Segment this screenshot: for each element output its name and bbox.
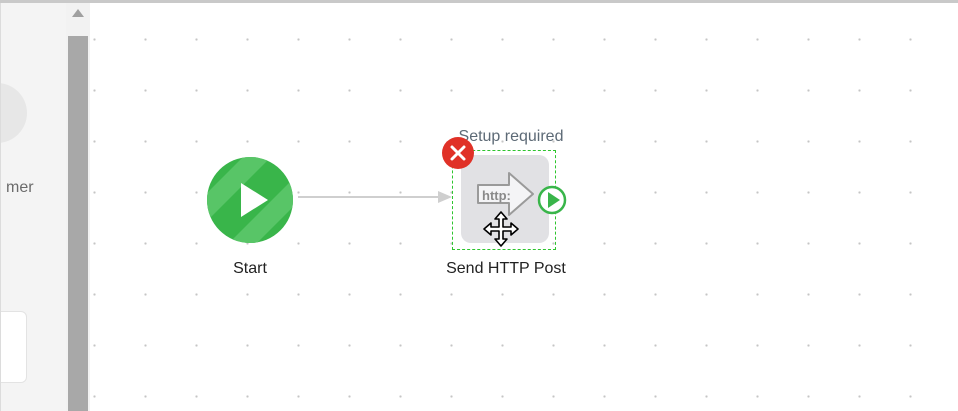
toolbox-panel: mer bbox=[0, 3, 66, 411]
connection-line[interactable] bbox=[298, 190, 458, 206]
scroll-up-button[interactable] bbox=[66, 3, 90, 25]
output-port-icon[interactable] bbox=[536, 184, 568, 216]
start-node[interactable] bbox=[206, 156, 294, 244]
error-icon[interactable] bbox=[441, 136, 475, 170]
chevron-up-icon bbox=[72, 9, 84, 17]
play-icon bbox=[207, 157, 293, 243]
toolbox-card[interactable] bbox=[1, 311, 27, 383]
vertical-scrollbar[interactable] bbox=[66, 3, 90, 411]
scrollbar-thumb[interactable] bbox=[68, 36, 88, 411]
start-node-label: Start bbox=[233, 260, 267, 277]
toolbox-item-label[interactable]: mer bbox=[6, 179, 34, 197]
send-http-post-label: Send HTTP Post bbox=[446, 260, 566, 277]
toolbox-avatar bbox=[1, 83, 27, 143]
move-cursor-icon bbox=[483, 211, 519, 247]
http-icon-text: http: bbox=[482, 188, 511, 203]
